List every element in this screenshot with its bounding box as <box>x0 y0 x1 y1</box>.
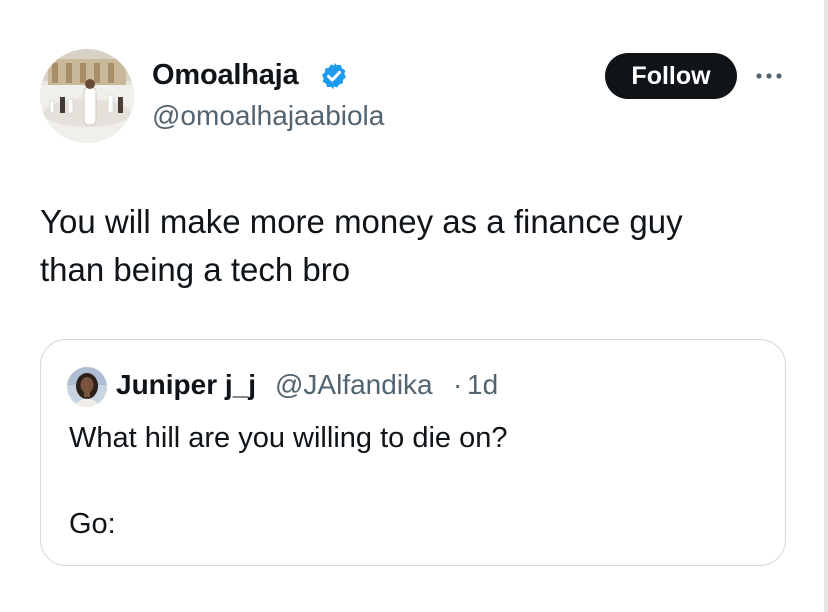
author-handle[interactable]: @omoalhajaabiola <box>152 99 384 133</box>
quote-author-avatar[interactable] <box>67 367 107 407</box>
quote-timestamp[interactable]: 1d <box>467 368 498 402</box>
follow-button[interactable]: Follow <box>605 53 737 99</box>
tweet-text-line: You will make more money as a finance gu… <box>40 203 683 240</box>
quote-tweet-card[interactable]: Juniper j_j @JAlfandika · 1d What hill a… <box>40 339 786 566</box>
tweet-text: You will make more money as a finance gu… <box>40 198 780 294</box>
author-avatar[interactable] <box>40 49 134 143</box>
scrollbar-edge <box>824 0 828 612</box>
more-horizontal-icon[interactable] <box>752 66 786 86</box>
quote-author-name[interactable]: Juniper j_j <box>116 368 256 402</box>
quote-text-line: Go: <box>69 508 116 540</box>
avatar-photo <box>40 49 134 143</box>
quote-separator: · <box>453 369 463 400</box>
tweet-text-line: than being a tech bro <box>40 251 351 288</box>
author-display-name[interactable]: Omoalhaja <box>152 58 299 92</box>
quote-author-handle[interactable]: @JAlfandika <box>275 368 433 402</box>
quote-avatar-photo <box>67 367 107 407</box>
quote-text-line: What hill are you willing to die on? <box>69 422 508 454</box>
verified-badge-icon <box>319 61 349 91</box>
